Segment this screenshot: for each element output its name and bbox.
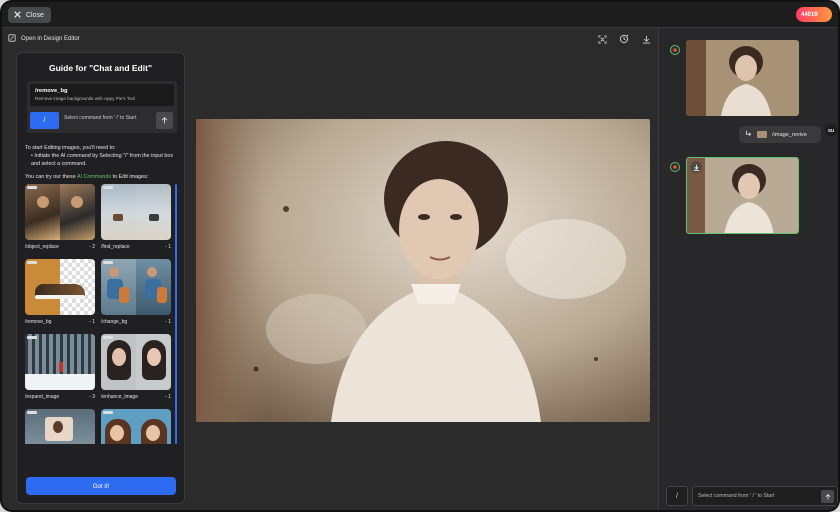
instructions-bullet: • Initiate the AI command by Selecting "… [31,153,174,167]
command-card-cost: - 3 [89,394,95,400]
arrow-up-icon [825,493,830,499]
download-icon[interactable] [640,33,652,45]
command-preview-name: /remove_bg [35,88,68,94]
credits-badge[interactable]: 44019 [796,7,832,22]
guide-panel: Guide for "Chat and Edit" /remove_bg Rem… [16,52,185,504]
command-card-partial[interactable] [101,409,171,444]
user-message-text: /image_revive [772,131,807,138]
ai-bot-icon [670,42,680,55]
open-design-editor-link[interactable]: Open in Design Editor [8,34,80,44]
chat-send-button[interactable] [821,490,834,503]
chat-result-image[interactable] [686,157,799,234]
command-thumbnail [25,409,95,444]
command-cards: /object_replace - 2 /find_replace - 1 /r… [25,184,173,444]
command-card-cost: - 1 [165,319,171,325]
try-prefix: You can try our these [25,174,76,180]
result-download-button[interactable] [690,161,702,173]
instructions: To start Editing images, you'll need to:… [25,144,180,168]
command-input[interactable]: Select command from ' /' to Start [64,115,136,121]
ai-commands-link[interactable]: AI Commands [77,174,111,180]
command-thumbnail [101,409,171,444]
command-card-cost: - 1 [89,319,95,325]
expand-icon[interactable] [596,33,608,45]
command-card-find-replace[interactable]: /find_replace - 1 [101,184,171,250]
user-thumbnail-icon [757,131,767,138]
download-icon [693,164,699,171]
command-card-partial[interactable] [25,409,95,444]
guide-title: Guide for "Chat and Edit" [49,63,152,73]
chat-original-image[interactable] [686,40,799,116]
command-demo: /remove_bg Remove image backgrounds with… [27,81,177,133]
command-card-name: /enhance_image [101,394,138,400]
close-label: Close [26,11,44,19]
command-thumbnail [101,334,171,390]
image-tools [596,33,652,45]
command-preview-description: Remove image backgrounds with Appy Pie's… [35,96,136,101]
command-card-remove-bg[interactable]: /remove_bg - 1 [25,259,95,325]
chat-slash-button[interactable]: / [666,486,688,506]
ai-refresh-icon[interactable] [618,33,630,45]
chat-input[interactable]: Select command from ' / ' to Start [692,486,838,506]
instructions-intro: To start Editing images, you'll need to: [25,145,116,151]
command-card-object-replace[interactable]: /object_replace - 2 [25,184,95,250]
open-design-editor-label: Open in Design Editor [21,36,80,42]
cards-scrollbar[interactable] [175,184,177,444]
command-card-name: /remove_bg [25,319,52,325]
command-card-name: /object_replace [25,244,59,250]
command-thumbnail [101,259,171,315]
close-icon [14,10,21,20]
user-message: /image_revive [739,126,821,143]
try-commands-line: You can try our these AI Commands to Edi… [25,174,148,180]
instructions-bullet-text: Initiate the AI command by Selecting "/"… [31,153,174,167]
ai-bot-icon [670,159,680,172]
command-card-change-bg[interactable]: /change_bg - 1 [101,259,171,325]
command-thumbnail [25,184,95,240]
chat-input-placeholder: Select command from ' / ' to Start [698,493,775,499]
command-thumbnail [25,259,95,315]
command-card-name: /find_replace [101,244,130,250]
command-card-name: /expand_image [25,394,60,400]
command-card-cost: - 2 [89,244,95,250]
avatar: SU [825,124,837,136]
command-card-name: /change_bg [101,319,128,325]
editor-toolbar: Open in Design Editor [2,28,658,50]
main-image[interactable] [196,119,650,422]
arrow-up-icon [161,117,168,124]
got-it-button[interactable]: Got it! [26,477,176,495]
top-bar: Close 44019 [2,2,838,28]
try-suffix: to Edit images: [112,174,149,180]
close-button[interactable]: Close [8,7,51,23]
edit-icon [8,34,16,44]
chat-panel: /image_revive SU / Select command from '… [659,28,838,510]
slash-command-button[interactable]: / [30,112,59,129]
reply-arrow-icon [745,130,752,139]
command-thumbnail [25,334,95,390]
send-button[interactable] [156,112,173,129]
command-thumbnail [101,184,171,240]
command-preview: /remove_bg Remove image backgrounds with… [30,84,174,106]
command-card-cost: - 1 [165,394,171,400]
command-card-enhance-image[interactable]: /enhance_image - 1 [101,334,171,400]
command-card-cost: - 1 [165,244,171,250]
command-card-expand-image[interactable]: /expand_image - 3 [25,334,95,400]
app-window: Close 44019 Open in Design Editor Guide … [0,0,840,512]
credits-value: 44019 [801,11,818,18]
